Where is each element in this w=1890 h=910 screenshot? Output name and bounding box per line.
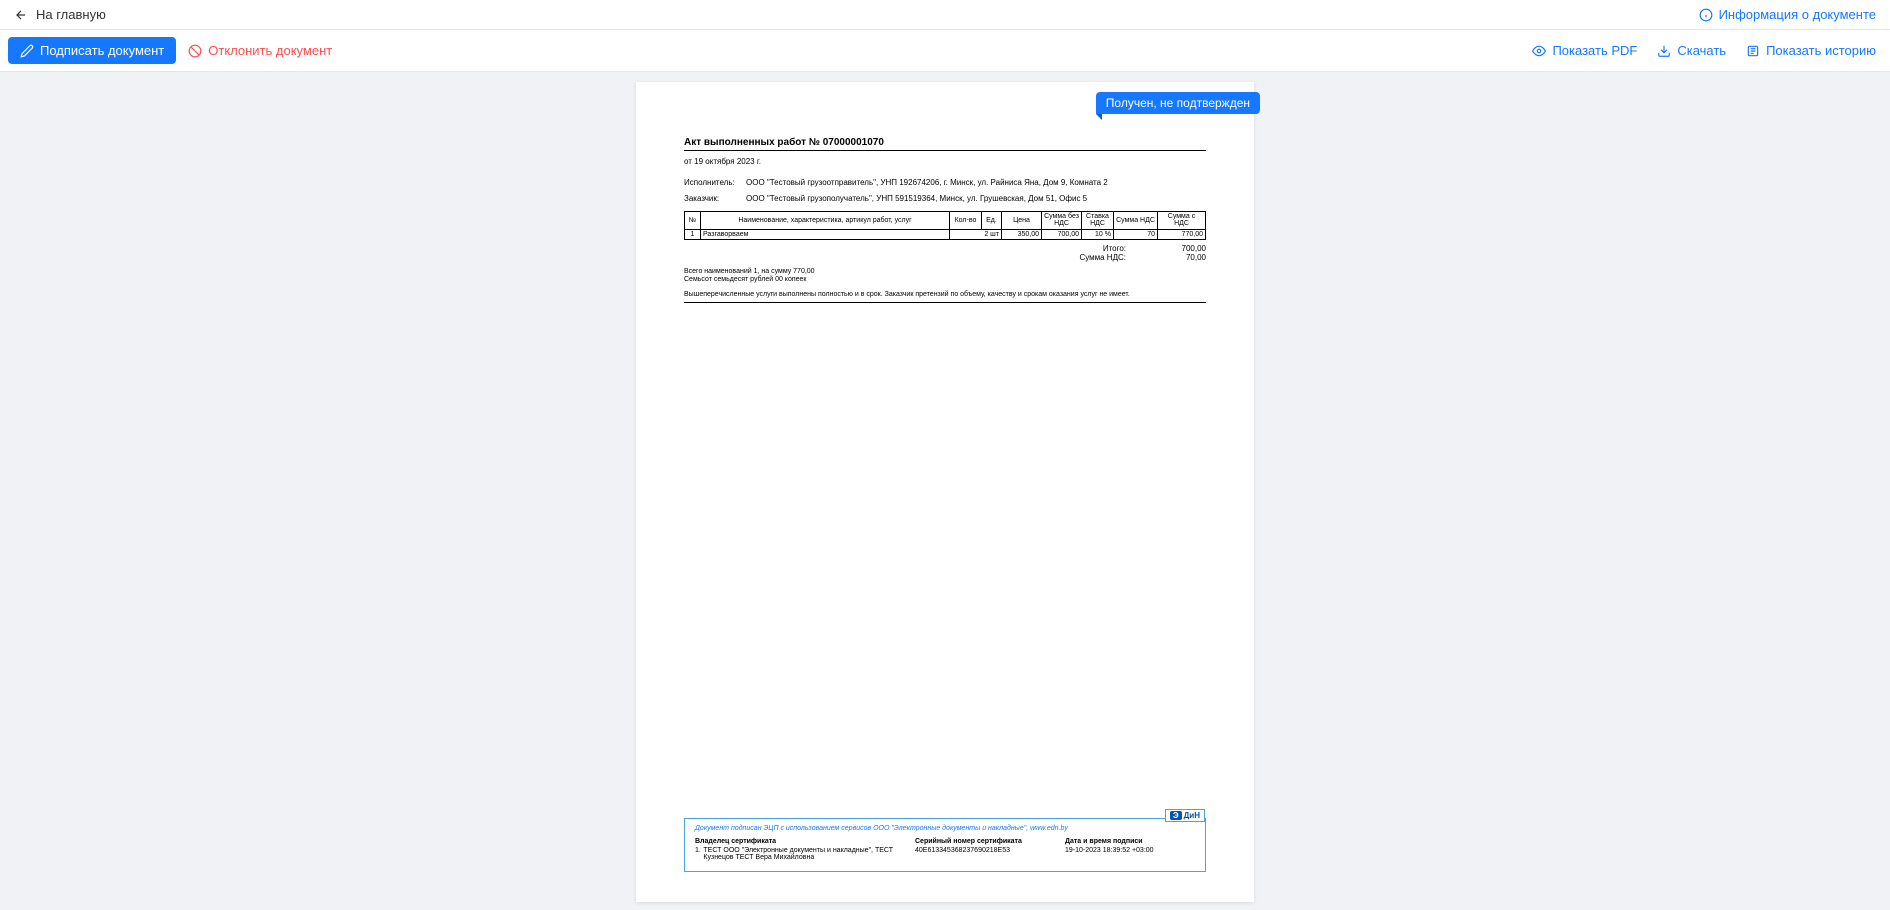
table-row: 1 Разгаворваем 2 шт 350,00 700,00 10 % 7… bbox=[685, 230, 1206, 240]
th-vat-sum: Сумма НДС bbox=[1114, 211, 1158, 229]
sign-label: Подписать документ bbox=[40, 43, 164, 58]
toolbar: Подписать документ Отклонить документ По… bbox=[0, 30, 1890, 72]
executor-value: ООО "Тестовый грузоотправитель", УНП 192… bbox=[746, 178, 1206, 188]
doc-title: Акт выполненных работ № 07000001070 bbox=[684, 137, 1206, 151]
arrow-left-icon bbox=[14, 8, 28, 22]
status-badge: Получен, не подтвержден bbox=[1096, 92, 1260, 114]
sig-owner-head: Владелец сертификата bbox=[695, 838, 915, 845]
history-icon bbox=[1746, 44, 1760, 58]
th-price: Цена bbox=[1002, 211, 1042, 229]
history-link[interactable]: Показать историю bbox=[1746, 43, 1876, 58]
show-pdf-link[interactable]: Показать PDF bbox=[1532, 43, 1637, 58]
td-name: Разгаворваем bbox=[701, 230, 950, 240]
signature-columns: Владелец сертификата 1. ТЕСТ ООО "Электр… bbox=[695, 838, 1195, 861]
sig-owner-value: ТЕСТ ООО "Электронные документы и наклад… bbox=[703, 847, 915, 861]
customer-label: Заказчик: bbox=[684, 194, 746, 204]
sig-date-head: Дата и время подписи bbox=[1065, 838, 1195, 845]
th-total: Сумма с НДС bbox=[1158, 211, 1206, 229]
sig-col-date: Дата и время подписи 19-10-2023 18:39:52… bbox=[1065, 838, 1195, 861]
sig-row-num: 1. bbox=[695, 847, 703, 861]
sign-button[interactable]: Подписать документ bbox=[8, 37, 176, 64]
th-name: Наименование, характеристика, артикул ра… bbox=[701, 211, 950, 229]
customer-row: Заказчик: ООО "Тестовый грузополучатель"… bbox=[684, 194, 1206, 204]
td-num: 1 bbox=[685, 230, 701, 240]
reject-label: Отклонить документ bbox=[208, 43, 332, 58]
itogo-label: Итого: bbox=[1079, 244, 1126, 253]
customer-value: ООО "Тестовый грузополучатель", УНП 5915… bbox=[746, 194, 1206, 204]
signature-header: Документ подписан ЭЦП с использованием с… bbox=[695, 825, 1195, 832]
executor-label: Исполнитель: bbox=[684, 178, 746, 188]
eye-icon bbox=[1532, 44, 1546, 58]
services-table: № Наименование, характеристика, артикул … bbox=[684, 211, 1206, 240]
doc-date: от 19 октября 2023 г. bbox=[684, 157, 1206, 166]
info-link[interactable]: Информация о документе bbox=[1699, 7, 1876, 22]
top-bar: На главную Информация о документе bbox=[0, 0, 1890, 30]
td-qty: 2 шт bbox=[950, 230, 1002, 240]
back-link[interactable]: На главную bbox=[14, 7, 106, 22]
sig-col-owner: Владелец сертификата 1. ТЕСТ ООО "Электр… bbox=[695, 838, 915, 861]
download-label: Скачать bbox=[1677, 43, 1726, 58]
pen-icon bbox=[20, 44, 34, 58]
th-unit: Ед. bbox=[982, 211, 1002, 229]
note-claims: Вышеперечисленные услуги выполнены полно… bbox=[684, 291, 1206, 303]
totals-labels: Итого: Сумма НДС: bbox=[1079, 244, 1126, 262]
info-label: Информация о документе bbox=[1719, 7, 1876, 22]
sig-serial-head: Серийный номер сертификата bbox=[915, 838, 1065, 845]
show-pdf-label: Показать PDF bbox=[1552, 43, 1637, 58]
download-icon bbox=[1657, 44, 1671, 58]
history-label: Показать историю bbox=[1766, 43, 1876, 58]
reject-button[interactable]: Отклонить документ bbox=[188, 43, 332, 58]
info-icon bbox=[1699, 8, 1713, 22]
document-page: Акт выполненных работ № 07000001070 от 1… bbox=[636, 82, 1254, 902]
totals-values: 700,00 70,00 bbox=[1156, 244, 1206, 262]
th-qty: Кол-во bbox=[950, 211, 982, 229]
table-header-row: № Наименование, характеристика, артикул … bbox=[685, 211, 1206, 229]
signature-box: ДиН Документ подписан ЭЦП с использовани… bbox=[684, 818, 1206, 872]
cancel-icon bbox=[188, 44, 202, 58]
sig-col-serial: Серийный номер сертификата 40E6133453682… bbox=[915, 838, 1065, 861]
totals-block: Итого: Сумма НДС: 700,00 70,00 bbox=[684, 244, 1206, 262]
vat-total-value: 70,00 bbox=[1156, 253, 1206, 262]
note-count: Всего наименований 1, на сумму 770,00 bbox=[684, 268, 1206, 275]
executor-row: Исполнитель: ООО "Тестовый грузоотправит… bbox=[684, 178, 1206, 188]
itogo-value: 700,00 bbox=[1156, 244, 1206, 253]
sig-owner-row: 1. ТЕСТ ООО "Электронные документы и нак… bbox=[695, 847, 915, 861]
th-sum-no-vat: Сумма без НДС bbox=[1042, 211, 1082, 229]
toolbar-right: Показать PDF Скачать Показать историю bbox=[1532, 43, 1876, 58]
th-num: № bbox=[685, 211, 701, 229]
sig-date-value: 19-10-2023 18:39:52 +03:00 bbox=[1065, 847, 1195, 854]
td-vat-sum: 70 bbox=[1114, 230, 1158, 240]
download-link[interactable]: Скачать bbox=[1657, 43, 1726, 58]
td-vat-rate: 10 % bbox=[1082, 230, 1114, 240]
td-sum-no-vat: 700,00 bbox=[1042, 230, 1082, 240]
td-price: 350,00 bbox=[1002, 230, 1042, 240]
td-total: 770,00 bbox=[1158, 230, 1206, 240]
document-viewer: Получен, не подтвержден Акт выполненных … bbox=[0, 72, 1890, 910]
toolbar-left: Подписать документ Отклонить документ bbox=[8, 37, 332, 64]
edn-logo: ДиН bbox=[1165, 809, 1205, 822]
vat-total-label: Сумма НДС: bbox=[1079, 253, 1126, 262]
th-vat-rate: Ставка НДС bbox=[1082, 211, 1114, 229]
back-label: На главную bbox=[36, 7, 106, 22]
sig-serial-value: 40E613345368237690218E53 bbox=[915, 847, 1065, 854]
note-words: Семьсот семьдесят рублей 00 копеек bbox=[684, 276, 1206, 283]
